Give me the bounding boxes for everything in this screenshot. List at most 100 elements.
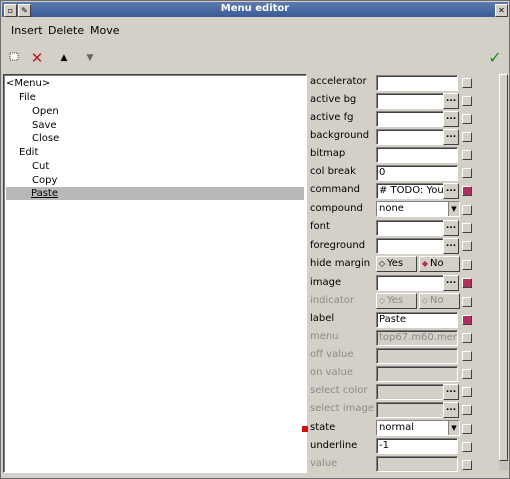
indicator-yes-radio[interactable]: ◇ Yes xyxy=(376,293,417,309)
tree-item-copy[interactable]: Copy xyxy=(32,174,57,187)
background-field[interactable] xyxy=(376,129,445,145)
prop-label-value: value xyxy=(310,458,338,469)
accelerator-checkbox[interactable] xyxy=(462,78,472,88)
menu-tree[interactable]: <Menu> File Open Save Close Edit Cut Cop… xyxy=(3,74,307,473)
state-checkbox[interactable] xyxy=(462,424,472,434)
prop-label-command: command xyxy=(310,184,360,195)
prop-label-select-image: select image xyxy=(310,403,375,414)
prop-label-state: state xyxy=(310,422,336,433)
command-checkbox[interactable] xyxy=(462,186,472,196)
toolbar: ✕ ▲ ▼ ✓ xyxy=(2,47,508,69)
background-browse-button[interactable]: ... xyxy=(443,129,459,145)
prop-label-off-value: off value xyxy=(310,349,354,360)
hide-margin-no-radio[interactable]: ◆ No xyxy=(419,256,460,272)
foreground-checkbox[interactable] xyxy=(462,241,472,251)
menu-delete[interactable]: Delete xyxy=(48,24,84,37)
prop-label-background: background xyxy=(310,130,370,141)
menu-move[interactable]: Move xyxy=(90,24,120,37)
menu-insert[interactable]: Insert xyxy=(11,24,43,37)
menu-editor-window: ▫ ✎ Menu editor ✕ Insert Delete Move ✕ ▲… xyxy=(0,0,510,479)
tree-item-open[interactable]: Open xyxy=(32,105,59,118)
image-browse-button[interactable]: ... xyxy=(443,275,459,291)
compound-select[interactable]: none ▼ xyxy=(376,201,460,217)
properties-panel: accelerator active bg ... active fg ... … xyxy=(307,74,499,472)
new-item-icon[interactable] xyxy=(6,50,22,66)
prop-label-col-break: col break xyxy=(310,166,356,177)
underline-field[interactable]: -1 xyxy=(376,438,458,454)
select-color-checkbox[interactable] xyxy=(462,387,472,397)
label-checkbox[interactable] xyxy=(462,315,472,325)
col-break-checkbox[interactable] xyxy=(462,168,472,178)
foreground-browse-button[interactable]: ... xyxy=(443,238,459,254)
prop-label-font: font xyxy=(310,221,330,232)
prop-label-indicator: indicator xyxy=(310,295,355,306)
underline-checkbox[interactable] xyxy=(462,442,472,452)
delete-icon[interactable]: ✕ xyxy=(29,50,45,66)
chevron-down-icon[interactable]: ▼ xyxy=(448,202,459,216)
apply-check-icon[interactable]: ✓ xyxy=(487,50,503,66)
indicator-no-label: No xyxy=(430,295,444,306)
command-browse-button[interactable]: ... xyxy=(443,183,459,199)
tree-item-root[interactable]: <Menu> xyxy=(6,77,50,90)
bitmap-field[interactable] xyxy=(376,147,458,163)
chevron-down-icon[interactable]: ▼ xyxy=(448,421,459,435)
hide-margin-checkbox[interactable] xyxy=(462,260,472,270)
value-checkbox[interactable] xyxy=(462,460,472,470)
off-value-checkbox[interactable] xyxy=(462,351,472,361)
prop-label-menu: menu xyxy=(310,331,339,342)
col-break-field[interactable]: 0 xyxy=(376,165,458,181)
tree-item-close[interactable]: Close xyxy=(32,132,59,145)
tree-item-save[interactable]: Save xyxy=(32,119,57,132)
properties-scrollbar[interactable] xyxy=(499,74,508,471)
image-checkbox[interactable] xyxy=(462,278,472,288)
on-value-checkbox[interactable] xyxy=(462,369,472,379)
select-image-field xyxy=(376,402,445,418)
menu-checkbox[interactable] xyxy=(462,333,472,343)
menu-field: top67.m60.men9 xyxy=(376,330,458,346)
bitmap-checkbox[interactable] xyxy=(462,150,472,160)
move-down-icon[interactable]: ▼ xyxy=(82,50,98,66)
select-color-field xyxy=(376,384,445,400)
select-color-browse-button[interactable]: ... xyxy=(443,384,459,400)
tree-item-cut[interactable]: Cut xyxy=(32,160,49,173)
background-checkbox[interactable] xyxy=(462,132,472,142)
on-value-field xyxy=(376,366,458,382)
font-checkbox[interactable] xyxy=(462,223,472,233)
prop-label-hide-margin: hide margin xyxy=(310,258,371,269)
active-fg-checkbox[interactable] xyxy=(462,114,472,124)
prop-label-select-color: select color xyxy=(310,385,368,396)
font-browse-button[interactable]: ... xyxy=(443,220,459,236)
font-field[interactable] xyxy=(376,220,445,236)
select-image-checkbox[interactable] xyxy=(462,405,472,415)
state-select[interactable]: normal ▼ xyxy=(376,420,460,436)
prop-label-compound: compound xyxy=(310,203,363,214)
scrollbar-thumb[interactable] xyxy=(499,74,508,461)
compound-checkbox[interactable] xyxy=(462,205,472,215)
active-bg-field[interactable] xyxy=(376,93,445,109)
prop-label-foreground: foreground xyxy=(310,240,366,251)
tree-item-edit[interactable]: Edit xyxy=(19,146,38,159)
label-field[interactable]: Paste xyxy=(376,312,458,328)
active-fg-browse-button[interactable]: ... xyxy=(443,111,459,127)
value-field xyxy=(376,456,458,472)
title-bar: ▫ ✎ Menu editor ✕ xyxy=(2,2,508,17)
active-fg-field[interactable] xyxy=(376,111,445,127)
select-image-browse-button[interactable]: ... xyxy=(443,402,459,418)
accelerator-field[interactable] xyxy=(376,75,458,91)
radio-diamond-icon: ◇ xyxy=(421,296,429,305)
active-bg-checkbox[interactable] xyxy=(462,96,472,106)
active-bg-browse-button[interactable]: ... xyxy=(443,93,459,109)
close-window-icon[interactable]: ✕ xyxy=(495,4,508,17)
window-title: Menu editor xyxy=(220,3,290,14)
image-field[interactable] xyxy=(376,275,445,291)
indicator-no-radio[interactable]: ◇ No xyxy=(419,293,460,309)
indicator-checkbox[interactable] xyxy=(462,297,472,307)
move-up-icon[interactable]: ▲ xyxy=(56,50,72,66)
tree-item-paste[interactable]: Paste xyxy=(6,187,304,200)
hide-margin-no-label: No xyxy=(430,258,444,269)
foreground-field[interactable] xyxy=(376,238,445,254)
command-field[interactable]: # TODO: You xyxy=(376,183,445,199)
tree-item-file[interactable]: File xyxy=(19,91,36,104)
prop-label-bitmap: bitmap xyxy=(310,148,346,159)
hide-margin-yes-radio[interactable]: ◇ Yes xyxy=(376,256,417,272)
